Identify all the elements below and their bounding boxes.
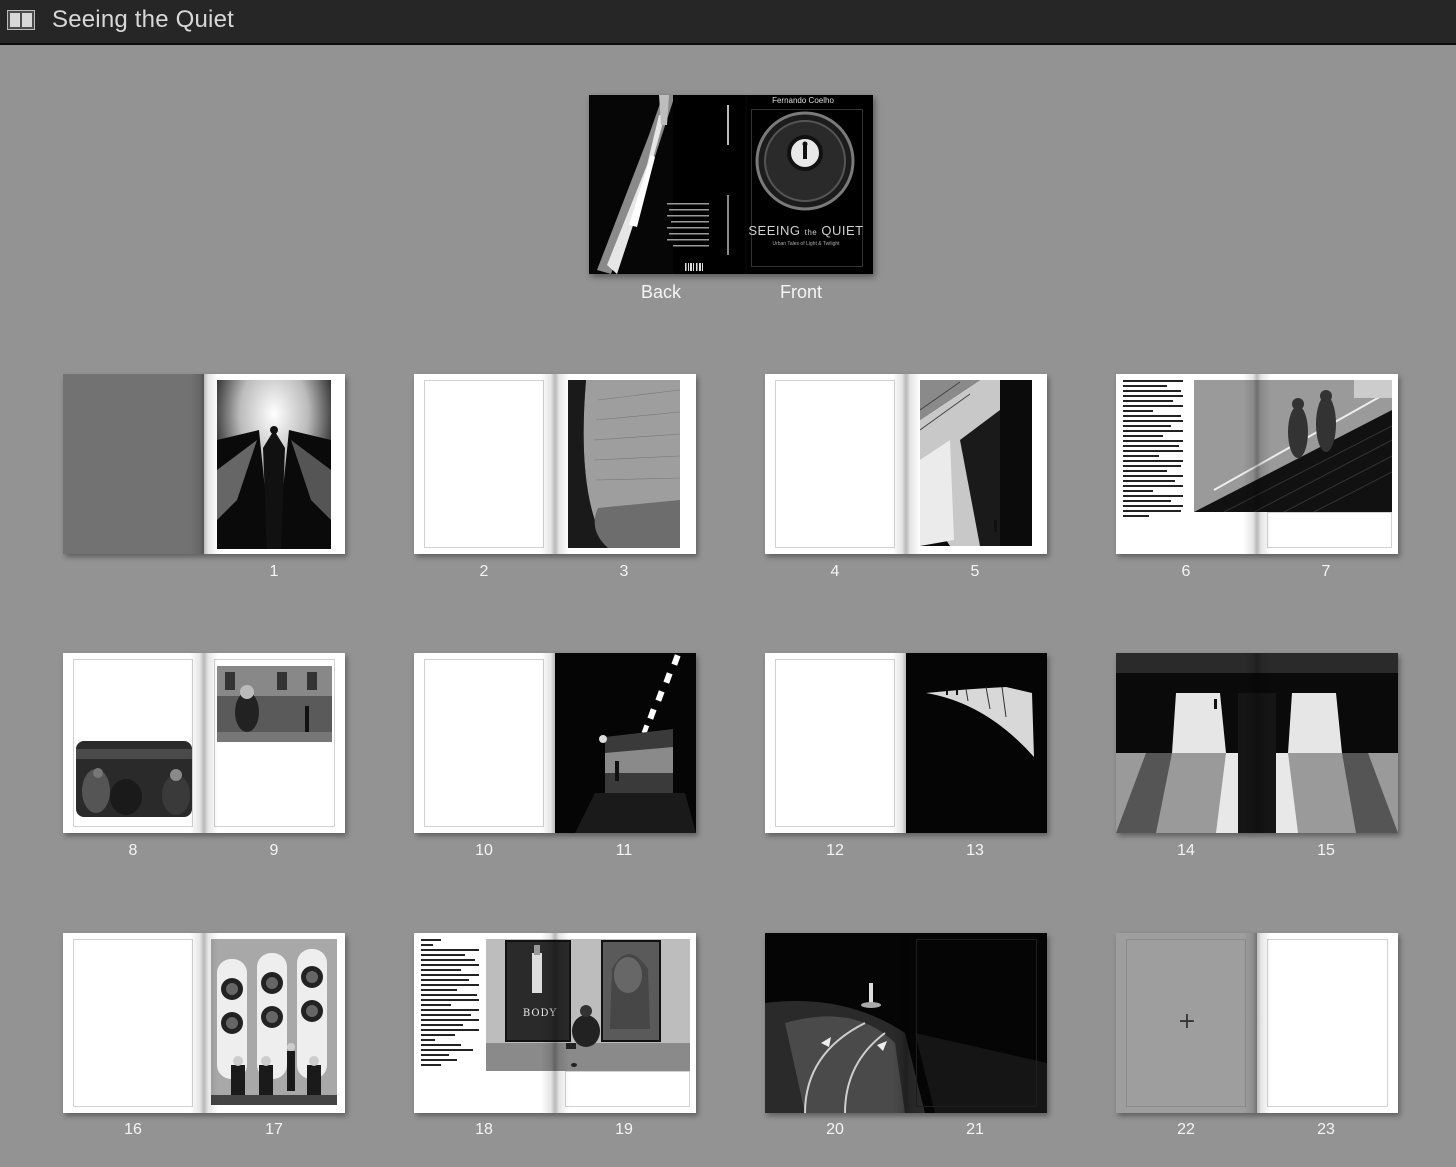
unused-left-page [63, 374, 204, 554]
photo-curved-wall[interactable] [568, 380, 680, 548]
cover-front-label: Front [780, 282, 823, 302]
page-number-9: 9 [269, 842, 279, 859]
cover-title-seeing: SEEING [748, 223, 801, 238]
page-number-15: 15 [1317, 842, 1335, 859]
spine-text-line [727, 195, 729, 255]
photo-bench-people[interactable] [211, 939, 337, 1105]
spread-20-21[interactable] [765, 933, 1047, 1113]
page-number-18: 18 [475, 1121, 493, 1138]
spread-8-9[interactable] [63, 653, 345, 833]
empty-page-frame [565, 1071, 690, 1107]
photo-escalator-silhouette[interactable] [217, 380, 331, 549]
empty-page-frame [1267, 512, 1392, 548]
page-number-22: 22 [1177, 1121, 1195, 1138]
photo-perfume-ads[interactable] [486, 939, 690, 1071]
title-bar: Seeing the Quiet [0, 0, 1456, 45]
spread-6-7[interactable] [1116, 374, 1398, 554]
cover-subtitle: Urban Tales of Light & Twilight [772, 241, 840, 247]
spread-16-17[interactable] [63, 933, 345, 1113]
page-number-19: 19 [615, 1121, 633, 1138]
page-number-21: 21 [966, 1121, 984, 1138]
page-frame [916, 939, 1037, 1107]
spread-14-15[interactable] [1116, 653, 1398, 833]
empty-page-frame [1267, 939, 1388, 1107]
page-number-12: 12 [826, 842, 844, 859]
cover-title-the: the [804, 228, 818, 237]
page-number-20: 20 [826, 1121, 844, 1138]
photo-metro-columns[interactable] [1116, 653, 1398, 833]
page-number-1: 1 [269, 563, 279, 580]
spread-4-5[interactable] [765, 374, 1047, 554]
photo-station-tunnel[interactable] [555, 653, 696, 833]
spread-gutter [541, 374, 569, 554]
spread-gutter [892, 374, 920, 554]
page-number-14: 14 [1177, 842, 1195, 859]
spread-12-13[interactable] [765, 653, 1047, 833]
spine-text-line [727, 105, 729, 145]
window-title: Seeing the Quiet [52, 6, 234, 33]
empty-page-frame [775, 659, 895, 827]
cover-author: Fernando Coelho [772, 96, 834, 105]
empty-page-placeholder[interactable]: + [1116, 933, 1257, 1113]
add-photo-icon[interactable]: + [1176, 1009, 1198, 1034]
back-cover-photo [589, 95, 713, 274]
spread-18-19[interactable]: BODY [414, 933, 696, 1113]
spread-2-3[interactable] [414, 374, 696, 554]
ad-body-text: BODY [522, 1008, 558, 1019]
page-number-8: 8 [128, 842, 138, 859]
empty-page-frame [424, 659, 544, 827]
page-number-3: 3 [619, 563, 629, 580]
page-frame [214, 659, 335, 827]
spread-10-11[interactable] [414, 653, 696, 833]
empty-page-frame [775, 380, 895, 548]
cover-title: SEEING the QUIET [747, 223, 865, 238]
cover-spine [713, 95, 745, 274]
photo-train-passengers[interactable] [76, 741, 192, 817]
page-number-6: 6 [1181, 563, 1191, 580]
text-block [1123, 380, 1183, 520]
cover-back-label: Back [641, 282, 682, 302]
spread-22-23[interactable]: + [1116, 933, 1398, 1113]
book-canvas: Fernando Coelho SEEING the QUIET Urban T… [0, 45, 1456, 1167]
page-number-2: 2 [479, 563, 489, 580]
photo-dark-arch[interactable] [906, 653, 1047, 833]
page-number-13: 13 [966, 842, 984, 859]
page-number-16: 16 [124, 1121, 142, 1138]
page-number-23: 23 [1317, 1121, 1335, 1138]
photo-stair-shadows[interactable] [920, 380, 1032, 546]
front-cover: Fernando Coelho SEEING the QUIET Urban T… [747, 95, 873, 274]
text-block [421, 939, 479, 1069]
cover-title-quiet: QUIET [821, 223, 864, 238]
page-number-4: 4 [830, 563, 840, 580]
photo-stair-silhouettes[interactable] [1194, 380, 1392, 512]
page-number-5: 5 [970, 563, 980, 580]
book-spread-icon[interactable] [7, 10, 35, 30]
spread-1[interactable] [63, 374, 345, 554]
cover-porthole-photo [755, 111, 855, 211]
cover-spread[interactable]: Fernando Coelho SEEING the QUIET Urban T… [589, 95, 873, 274]
page-number-17: 17 [265, 1121, 283, 1138]
page-number-10: 10 [475, 842, 493, 859]
page-number-11: 11 [615, 842, 633, 859]
empty-page-frame [73, 939, 193, 1107]
page-number-7: 7 [1321, 563, 1331, 580]
empty-page-frame [424, 380, 544, 548]
